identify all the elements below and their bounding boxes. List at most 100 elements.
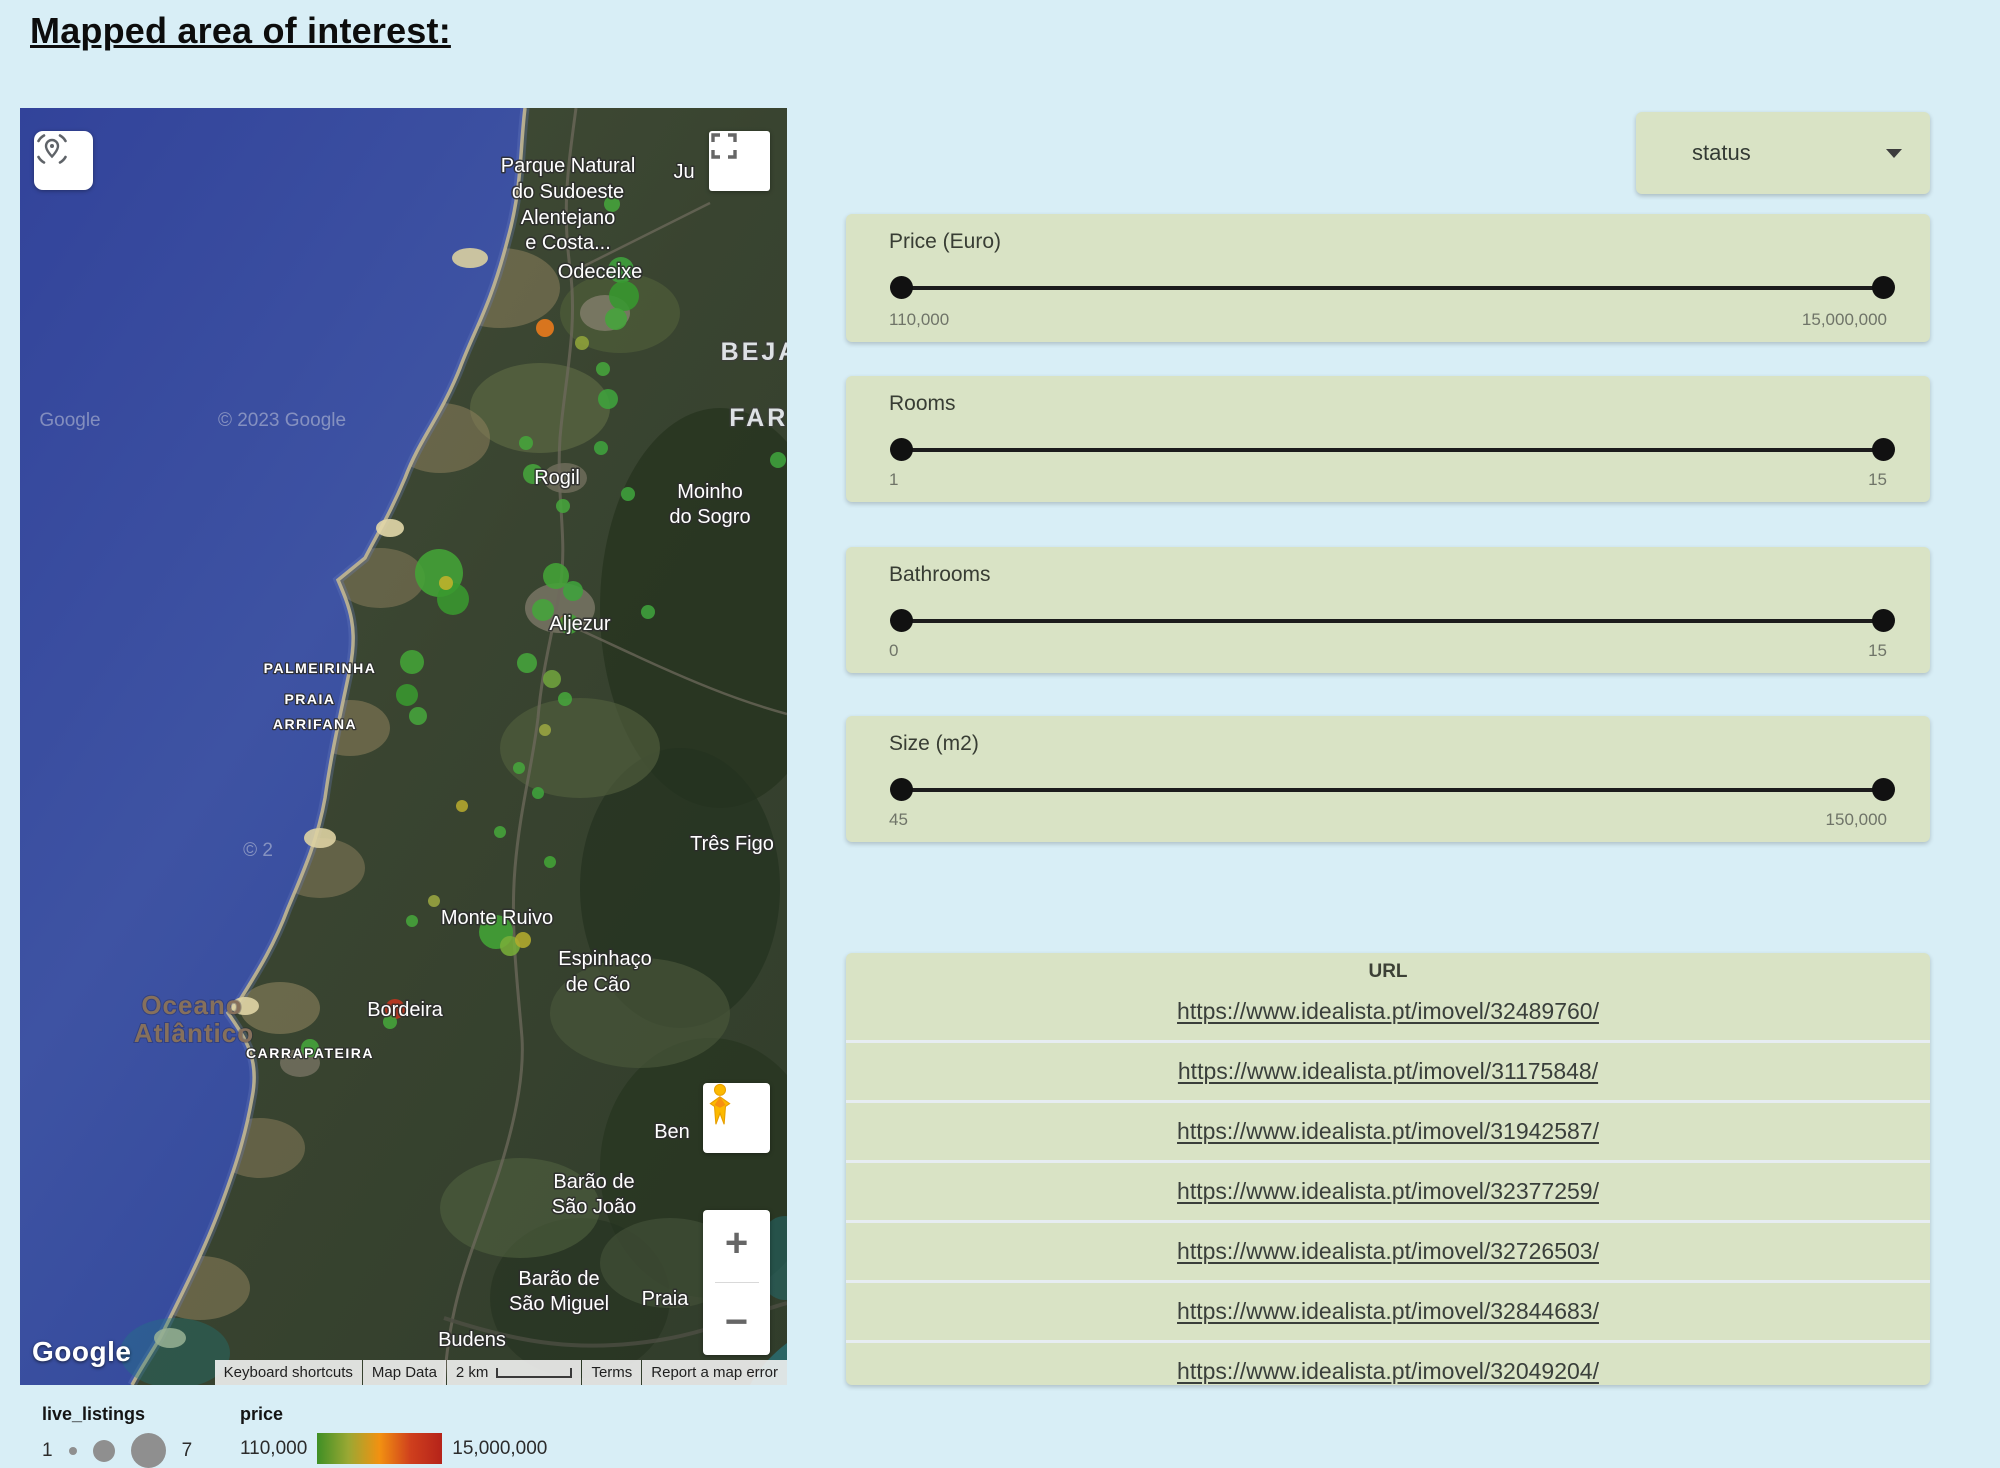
area-search-button[interactable]	[34, 131, 93, 190]
map-label: Atlântico	[134, 1018, 254, 1048]
price-filter-panel: Price (Euro) 110,000 15,000,000	[846, 214, 1930, 342]
bathrooms-slider-track[interactable]	[901, 619, 1884, 623]
keyboard-shortcuts-link[interactable]: Keyboard shortcuts	[215, 1360, 362, 1385]
listing-dot[interactable]	[519, 436, 533, 450]
size-slider-track[interactable]	[901, 788, 1884, 792]
price-legend: price 110,000 15,000,000	[240, 1404, 547, 1464]
listing-dot[interactable]	[598, 389, 618, 409]
pegman-button[interactable]	[703, 1083, 770, 1153]
map-label: Três Figo	[690, 833, 774, 855]
listing-dot[interactable]	[575, 336, 589, 350]
listing-dot[interactable]	[532, 787, 544, 799]
map-label: Ben	[654, 1121, 690, 1143]
listing-dot[interactable]	[543, 670, 561, 688]
chevron-down-icon	[1886, 149, 1902, 158]
listing-dot[interactable]	[544, 856, 556, 868]
bathrooms-max-value: 15	[1868, 641, 1887, 661]
listing-dot[interactable]	[641, 605, 655, 619]
rooms-max-value: 15	[1868, 470, 1887, 490]
map-label: Espinhaço	[558, 948, 651, 970]
listing-dot[interactable]	[605, 308, 627, 330]
listing-dot[interactable]	[558, 692, 572, 706]
listing-link[interactable]: https://www.idealista.pt/imovel/32049204…	[1177, 1358, 1599, 1385]
rooms-slider-track[interactable]	[901, 448, 1884, 452]
map-label: Moinho	[677, 481, 743, 503]
map-label: Bordeira	[367, 999, 443, 1021]
rooms-slider-thumb-max[interactable]	[1872, 438, 1895, 461]
listing-dot[interactable]	[456, 800, 468, 812]
listing-dot[interactable]	[770, 452, 786, 468]
map-label: São Miguel	[509, 1293, 609, 1315]
listing-dot[interactable]	[621, 487, 635, 501]
map-label: Oceano	[141, 990, 242, 1020]
fullscreen-button[interactable]	[709, 131, 770, 191]
listing-dot[interactable]	[396, 684, 418, 706]
fullscreen-icon	[709, 131, 739, 161]
map-label: © 2023 Google	[218, 410, 346, 431]
status-dropdown[interactable]: status	[1636, 112, 1930, 194]
listing-dot[interactable]	[400, 650, 424, 674]
listing-dot[interactable]	[536, 319, 554, 337]
listing-dot[interactable]	[539, 724, 551, 736]
pegman-icon	[703, 1083, 737, 1127]
map-label: Google	[39, 410, 100, 431]
listing-dot[interactable]	[494, 826, 506, 838]
size-legend-min: 1	[42, 1440, 53, 1462]
terms-link[interactable]: Terms	[582, 1360, 641, 1385]
price-slider-track[interactable]	[901, 286, 1884, 290]
map-label: Parque Natural	[501, 155, 636, 177]
area-search-icon	[34, 131, 70, 167]
bathrooms-slider-label: Bathrooms	[889, 563, 991, 587]
listing-dot[interactable]	[513, 762, 525, 774]
google-logo: Google	[32, 1336, 131, 1368]
listing-dot[interactable]	[596, 362, 610, 376]
rooms-slider-thumb-min[interactable]	[890, 438, 913, 461]
price-legend-max: 15,000,000	[452, 1438, 547, 1460]
price-slider-thumb-min[interactable]	[890, 276, 913, 299]
listing-dot[interactable]	[439, 576, 453, 590]
map-label: Budens	[438, 1329, 506, 1351]
map-label: Praia	[642, 1288, 690, 1310]
listing-dot[interactable]	[556, 499, 570, 513]
listing-link[interactable]: https://www.idealista.pt/imovel/32726503…	[1177, 1238, 1599, 1265]
bathrooms-slider-thumb-max[interactable]	[1872, 609, 1895, 632]
size-legend-max: 7	[182, 1440, 193, 1462]
price-slider-thumb-max[interactable]	[1872, 276, 1895, 299]
status-dropdown-label: status	[1692, 140, 1751, 166]
listing-dot[interactable]	[409, 707, 427, 725]
listing-dot[interactable]	[406, 915, 418, 927]
size-legend-dot-medium	[93, 1440, 115, 1462]
listing-dot[interactable]	[517, 653, 537, 673]
listing-link[interactable]: https://www.idealista.pt/imovel/32844683…	[1177, 1298, 1599, 1325]
listing-dot[interactable]	[563, 581, 583, 601]
map-data-link[interactable]: Map Data	[363, 1360, 446, 1385]
listing-link[interactable]: https://www.idealista.pt/imovel/32377259…	[1177, 1178, 1599, 1205]
bathrooms-filter-panel: Bathrooms 0 15	[846, 547, 1930, 673]
zoom-control: + −	[703, 1210, 770, 1355]
listing-link[interactable]: https://www.idealista.pt/imovel/31175848…	[1178, 1058, 1598, 1085]
map[interactable]: Parque Naturaldo SudoesteAlentejanoe Cos…	[20, 108, 787, 1385]
map-label: PALMEIRINHA	[264, 660, 377, 676]
map-label: PRAIA	[284, 691, 335, 707]
map-canvas: Parque Naturaldo SudoesteAlentejanoe Cos…	[20, 108, 787, 1385]
size-slider-thumb-min[interactable]	[890, 778, 913, 801]
price-legend-title: price	[240, 1404, 547, 1425]
listing-dot[interactable]	[609, 281, 639, 311]
listing-dot[interactable]	[428, 895, 440, 907]
listing-dot[interactable]	[594, 441, 608, 455]
zoom-divider	[715, 1282, 759, 1283]
map-label: Rogil	[534, 467, 580, 489]
report-map-error-link[interactable]: Report a map error	[642, 1360, 787, 1385]
listing-dot[interactable]	[515, 932, 531, 948]
map-scale: 2 km	[447, 1360, 582, 1385]
map-scale-bar	[496, 1368, 572, 1378]
listing-link[interactable]: https://www.idealista.pt/imovel/31942587…	[1177, 1118, 1599, 1145]
table-row: https://www.idealista.pt/imovel/32726503…	[846, 1223, 1930, 1283]
size-slider-thumb-max[interactable]	[1872, 778, 1895, 801]
table-row: https://www.idealista.pt/imovel/32377259…	[846, 1163, 1930, 1223]
zoom-out-button[interactable]: −	[703, 1289, 770, 1355]
bathrooms-slider-thumb-min[interactable]	[890, 609, 913, 632]
listing-link[interactable]: https://www.idealista.pt/imovel/32489760…	[1177, 998, 1599, 1025]
zoom-in-button[interactable]: +	[703, 1210, 770, 1276]
price-legend-gradient	[317, 1433, 442, 1464]
